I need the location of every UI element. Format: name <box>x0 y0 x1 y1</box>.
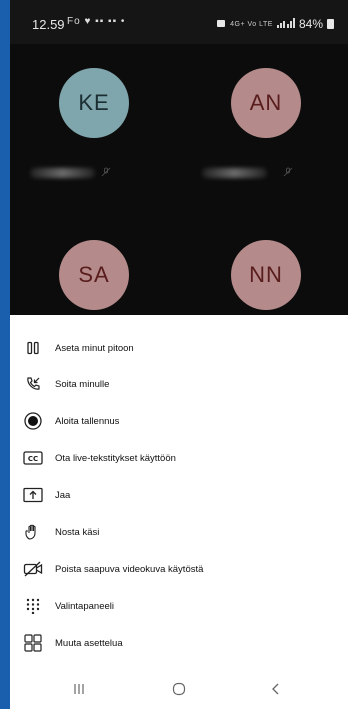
battery-percent: 84% <box>298 17 323 31</box>
menu-label: Poista saapuva videokuva käytöstä <box>55 563 204 575</box>
menu-item-share[interactable]: Jaa <box>10 477 348 513</box>
battery-icon <box>327 19 334 29</box>
incoming-call-icon <box>22 373 44 395</box>
video-off-icon <box>22 558 44 580</box>
recent-apps-button[interactable] <box>67 679 91 699</box>
participant-tile[interactable]: KE <box>10 44 179 179</box>
menu-label: Aseta minut pitoon <box>55 342 134 354</box>
back-icon <box>272 683 279 695</box>
signal-icon <box>276 17 295 31</box>
video-grid: KE AN SA NN <box>10 44 348 315</box>
participant-tile[interactable]: NN <box>179 179 348 315</box>
participant-initials: KE <box>78 90 110 115</box>
participant-tile[interactable]: SA <box>10 179 179 315</box>
home-button[interactable] <box>167 679 191 699</box>
participant-initials: AN <box>249 90 283 115</box>
menu-label: Nosta käsi <box>55 526 100 538</box>
participant-avatar: KE <box>59 68 129 138</box>
menu-label: Aloita tallennus <box>55 415 120 427</box>
mic-muted-icon <box>101 167 111 177</box>
network-label: 4G+ Vo LTE <box>230 20 273 28</box>
menu-item-captions[interactable]: CC Ota live-tekstitykset käyttöön <box>10 440 348 476</box>
closed-captions-icon: CC <box>22 447 44 469</box>
participant-initials: NN <box>249 262 283 287</box>
menu-item-raise-hand[interactable]: Nosta käsi <box>10 514 348 550</box>
share-screen-icon <box>22 484 44 506</box>
menu-item-hold[interactable]: Aseta minut pitoon <box>10 330 348 366</box>
navigation-bar <box>10 673 348 709</box>
home-icon <box>172 682 186 696</box>
dialpad-icon <box>22 595 44 617</box>
participant-name-blurred <box>202 168 267 178</box>
hand-icon <box>22 521 44 543</box>
phone-screen: 12.59 Fo ♥ ▪▪ ▪▪ • 4G+ Vo LTE 84% KE AN … <box>10 0 348 709</box>
mic-muted-icon <box>283 167 293 177</box>
participant-tile[interactable]: AN <box>179 44 348 179</box>
menu-label: Ota live-tekstitykset käyttöön <box>55 452 176 464</box>
record-icon <box>22 410 44 432</box>
menu-item-record[interactable]: Aloita tallennus <box>10 403 348 439</box>
menu-label: Valintapaneeli <box>55 600 114 612</box>
alarm-icon <box>216 17 226 31</box>
recent-apps-icon <box>74 684 84 694</box>
menu-item-layout[interactable]: Muuta asettelua <box>10 625 348 661</box>
participant-avatar: AN <box>231 68 301 138</box>
svg-text:CC: CC <box>28 455 38 463</box>
participant-avatar: SA <box>59 240 129 310</box>
status-right: 4G+ Vo LTE 84% <box>216 17 334 31</box>
more-options-sheet: Aseta minut pitoon Soita minulle Aloita … <box>10 315 348 709</box>
pause-icon <box>22 337 44 359</box>
notification-icons: Fo ♥ ▪▪ ▪▪ • <box>67 16 126 27</box>
participant-avatar: NN <box>231 240 301 310</box>
status-time: 12.59 <box>32 17 65 32</box>
menu-item-dialpad[interactable]: Valintapaneeli <box>10 588 348 624</box>
menu-item-call-me[interactable]: Soita minulle <box>10 366 348 402</box>
back-button[interactable] <box>264 679 288 699</box>
menu-label: Muuta asettelua <box>55 637 123 649</box>
menu-label: Jaa <box>55 489 71 501</box>
participant-initials: SA <box>78 262 110 287</box>
status-bar: 12.59 Fo ♥ ▪▪ ▪▪ • 4G+ Vo LTE 84% <box>10 0 348 44</box>
menu-label: Soita minulle <box>55 378 110 390</box>
menu-item-video-off[interactable]: Poista saapuva videokuva käytöstä <box>10 551 348 587</box>
grid-layout-icon <box>22 632 44 654</box>
participant-name-blurred <box>30 168 95 178</box>
